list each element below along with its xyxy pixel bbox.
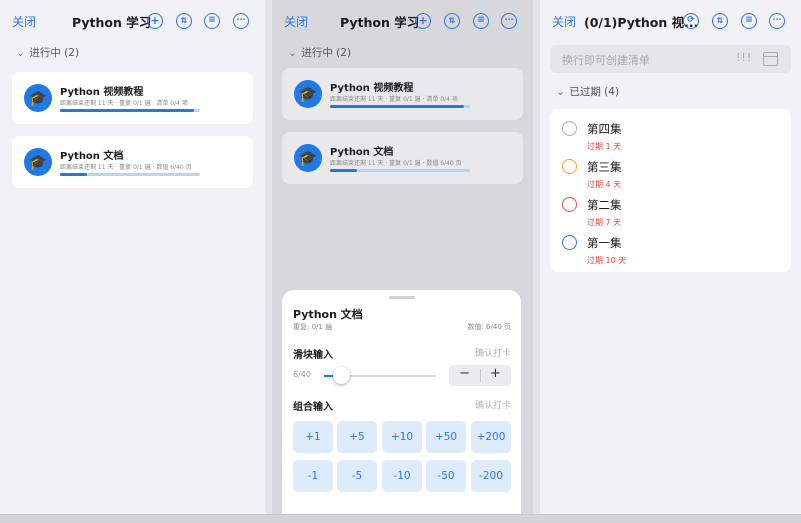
slider-input-label: 滑块输入: [293, 350, 333, 361]
decrement-button[interactable]: −: [449, 366, 480, 381]
item-name: 第二集: [587, 198, 622, 212]
chevron-down-icon: ⌄: [16, 47, 25, 59]
subtract-50-button[interactable]: -50: [426, 460, 466, 492]
list-icon[interactable]: ≡: [741, 13, 757, 29]
graduation-cap-icon: 🎓: [294, 144, 322, 172]
list-item[interactable]: 🎓 Python 文档 距离结束还剩 11 天 · 重复 0/1 遍 · 数值 …: [12, 136, 253, 188]
add-200-button[interactable]: +200: [471, 421, 511, 453]
progress-bar: [330, 169, 470, 172]
add-50-button[interactable]: +50: [426, 421, 466, 453]
item-name: 第一集: [587, 236, 622, 250]
sheet-grabber[interactable]: [389, 296, 415, 299]
top-bar: 关闭 Python 学习 + ⇅ ≡ ···: [0, 0, 265, 40]
close-button[interactable]: 关闭: [284, 13, 308, 30]
increment-button[interactable]: +: [480, 366, 511, 381]
new-item-input[interactable]: 换行即可创建清单 !!!: [550, 45, 791, 73]
close-button[interactable]: 关闭: [12, 13, 36, 30]
sort-icon[interactable]: ⇅: [176, 13, 192, 29]
section-label: 已过期 (4): [569, 86, 620, 98]
progress-fill: [330, 169, 357, 172]
check-in-sheet: Python 文档 重复: 0/1 遍 数值: 6/40 页 滑块输入 确认打卡…: [282, 290, 521, 514]
item-name: Python 视频教程: [330, 83, 414, 94]
item-name: 第四集: [587, 122, 622, 136]
combo-confirm-button[interactable]: 确认打卡: [475, 398, 511, 411]
list-item[interactable]: 🎓 Python 视频教程 距离结束还剩 11 天 · 重复 0/1 遍 · 清…: [282, 68, 523, 120]
calendar-icon[interactable]: [763, 52, 778, 66]
progress-bar: [60, 173, 200, 176]
refresh-icon[interactable]: ⟳: [683, 13, 699, 29]
section-overdue[interactable]: ⌄ 已过期 (4): [556, 84, 619, 99]
checkbox[interactable]: [562, 159, 577, 174]
page-title: (0/1)Python 视...: [584, 15, 699, 30]
graduation-cap-icon: 🎓: [24, 84, 52, 112]
checkbox[interactable]: [562, 197, 577, 212]
top-bar: 关闭 (0/1)Python 视... ⟳ ⇅ ≡ ···: [540, 0, 801, 40]
item-meta: 距离结束还剩 11 天 · 重复 0/1 遍 · 清单 0/4 项: [60, 100, 188, 107]
progress-bar: [330, 105, 470, 108]
subtract-1-button[interactable]: -1: [293, 460, 333, 492]
quantity-stepper: − +: [449, 365, 511, 386]
chevron-down-icon: ⌄: [288, 47, 297, 59]
right-pane: 关闭 (0/1)Python 视... ⟳ ⇅ ≡ ··· 换行即可创建清单 !…: [540, 0, 801, 514]
section-in-progress[interactable]: ⌄ 进行中 (2): [288, 45, 351, 60]
input-placeholder: 换行即可创建清单: [562, 54, 650, 67]
progress-fill: [60, 173, 87, 176]
item-name: 第三集: [587, 160, 622, 174]
section-label: 进行中 (2): [301, 47, 352, 59]
list-icon[interactable]: ≡: [204, 13, 220, 29]
repeat-count: 重复: 0/1 遍: [293, 323, 333, 331]
progress-fill: [330, 105, 465, 108]
graduation-cap-icon: 🎓: [294, 80, 322, 108]
value-count: 数值: 6/40 页: [467, 323, 511, 331]
item-meta: 距离结束还剩 11 天 · 重复 0/1 遍 · 清单 0/4 项: [330, 96, 458, 103]
item-name: Python 视频教程: [60, 87, 144, 98]
progress-bar: [60, 109, 200, 112]
section-in-progress[interactable]: ⌄ 进行中 (2): [16, 45, 79, 60]
graduation-cap-icon: 🎓: [24, 148, 52, 176]
add-10-button[interactable]: +10: [382, 421, 422, 453]
bottom-divider: [0, 514, 801, 523]
todo-list: 第四集 过期 1 天 第三集 过期 4 天 第二集 过期 7 天 第一集 过期 …: [550, 109, 791, 272]
sort-icon[interactable]: ⇅: [444, 13, 460, 29]
top-bar: 关闭 Python 学习 + ⇅ ≡ ···: [272, 0, 533, 40]
list-item[interactable]: 🎓 Python 文档 距离结束还剩 11 天 · 重复 0/1 遍 · 数值 …: [282, 132, 523, 184]
item-meta: 距离结束还剩 11 天 · 重复 0/1 遍 · 数值 6/40 页: [330, 160, 462, 167]
slider-confirm-button[interactable]: 确认打卡: [475, 346, 511, 359]
close-button[interactable]: 关闭: [552, 13, 576, 30]
overdue-label: 过期 10 天: [587, 256, 627, 265]
list-item[interactable]: 🎓 Python 视频教程 距离结束还剩 11 天 · 重复 0/1 遍 · 清…: [12, 72, 253, 124]
plus-icon[interactable]: +: [147, 13, 163, 29]
checkbox[interactable]: [562, 235, 577, 250]
subtract-5-button[interactable]: -5: [337, 460, 377, 492]
progress-fill: [60, 109, 195, 112]
slider-value: 6/40: [293, 370, 311, 379]
section-label: 进行中 (2): [29, 47, 80, 59]
more-icon[interactable]: ···: [233, 13, 249, 29]
overdue-label: 过期 1 天: [587, 142, 622, 151]
add-5-button[interactable]: +5: [337, 421, 377, 453]
subtract-200-button[interactable]: -200: [471, 460, 511, 492]
list-icon[interactable]: ≡: [473, 13, 489, 29]
chevron-down-icon: ⌄: [556, 86, 565, 98]
sheet-title: Python 文档: [293, 308, 363, 321]
plus-icon[interactable]: +: [415, 13, 431, 29]
page-title: Python 学习: [340, 15, 420, 30]
combo-input-label: 组合输入: [293, 402, 333, 413]
more-icon[interactable]: ···: [769, 13, 785, 29]
checkbox[interactable]: [562, 121, 577, 136]
item-name: Python 文档: [330, 147, 394, 158]
middle-pane: 关闭 Python 学习 + ⇅ ≡ ··· ⌄ 进行中 (2) 🎓 Pytho…: [272, 0, 533, 514]
page-title: Python 学习: [72, 15, 152, 30]
slider-knob[interactable]: [332, 367, 350, 384]
priority-button[interactable]: !!!: [736, 51, 752, 64]
add-1-button[interactable]: +1: [293, 421, 333, 453]
sort-icon[interactable]: ⇅: [712, 13, 728, 29]
overdue-label: 过期 7 天: [587, 218, 622, 227]
overdue-label: 过期 4 天: [587, 180, 622, 189]
more-icon[interactable]: ···: [501, 13, 517, 29]
left-pane: 关闭 Python 学习 + ⇅ ≡ ··· ⌄ 进行中 (2) 🎓 Pytho…: [0, 0, 265, 514]
item-name: Python 文档: [60, 151, 124, 162]
item-meta: 距离结束还剩 11 天 · 重复 0/1 遍 · 数值 6/40 页: [60, 164, 192, 171]
subtract-10-button[interactable]: -10: [382, 460, 422, 492]
